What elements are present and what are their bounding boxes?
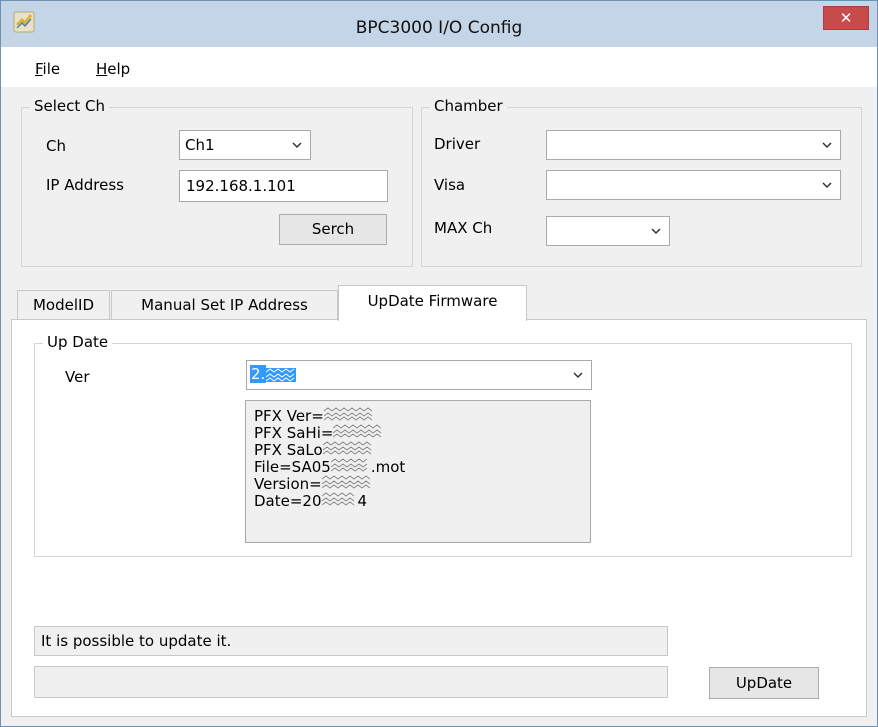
redacted-icon	[321, 475, 371, 489]
max-ch-label: MAX Ch	[434, 219, 493, 237]
info-pfx-sahi: PFX SaHi=	[254, 424, 582, 441]
info-pfx-ver: PFX Ver=	[254, 407, 582, 424]
redacted-icon	[266, 367, 297, 382]
menu-help-mnemonic: H	[96, 60, 108, 78]
info-date-text: Date=20	[254, 492, 322, 510]
info-pfx-salo: PFX SaLo	[254, 441, 582, 458]
select-ch-legend: Select Ch	[30, 97, 110, 115]
chamber-group: Chamber Driver Visa MAX Ch	[421, 97, 862, 267]
menu-file-mnemonic: F	[35, 60, 43, 78]
redacted-icon	[322, 441, 372, 455]
driver-select[interactable]	[546, 130, 841, 160]
redacted-icon	[321, 492, 354, 506]
ip-address-input[interactable]: 192.168.1.101	[179, 170, 388, 202]
ip-address-label: IP Address	[46, 176, 124, 194]
search-button[interactable]: Serch	[279, 214, 387, 245]
ch-select[interactable]: Ch1	[179, 130, 311, 160]
redacted-icon	[323, 407, 373, 421]
menu-help-label: elp	[107, 60, 131, 78]
redacted-icon	[333, 424, 382, 438]
update-button[interactable]: UpDate	[709, 667, 819, 699]
select-ch-group: Select Ch Ch Ch1 IP Address 192.168.1.10…	[21, 97, 413, 267]
visa-select[interactable]	[546, 170, 841, 200]
max-ch-select[interactable]	[546, 216, 670, 246]
info-file: File=SA05 .mot	[254, 458, 582, 475]
ver-select-value: 2.	[250, 365, 297, 383]
driver-label: Driver	[434, 135, 481, 153]
menu-help[interactable]: Help	[96, 60, 130, 78]
tab-manual-set-ip-address[interactable]: Manual Set IP Address	[111, 290, 338, 320]
close-button[interactable]: ✕	[823, 6, 869, 30]
info-pfx-salo-text: PFX SaLo	[254, 441, 323, 459]
chevron-down-icon	[822, 182, 832, 189]
info-version: Version=	[254, 475, 582, 492]
ver-selected-text: 2.	[250, 365, 267, 383]
update-legend: Up Date	[43, 333, 113, 351]
menu-bar: File Help	[1, 47, 877, 87]
close-icon: ✕	[839, 9, 853, 27]
app-window: BPC3000 I/O Config ✕ File Help Select Ch…	[0, 0, 878, 727]
chevron-down-icon	[822, 142, 832, 149]
info-pfx-ver-text: PFX Ver=	[254, 407, 324, 425]
chamber-legend: Chamber	[430, 97, 507, 115]
title-bar: BPC3000 I/O Config ✕	[1, 1, 877, 47]
ver-select[interactable]: 2.	[246, 360, 592, 390]
tab-update-firmware[interactable]: UpDate Firmware	[338, 285, 527, 321]
status-text-box: It is possible to update it.	[34, 626, 668, 656]
menu-file[interactable]: File	[35, 60, 60, 78]
info-file-text: File=SA05	[254, 458, 331, 476]
update-firmware-panel: Up Date Ver 2. PFX Ver= PFX SaHi= PFX Sa…	[11, 319, 867, 717]
tab-modelid[interactable]: ModelID	[17, 290, 110, 320]
info-date-suffix: 4	[357, 492, 368, 510]
redacted-icon	[330, 458, 368, 472]
chevron-down-icon	[651, 228, 661, 235]
info-version-text: Version=	[254, 475, 322, 493]
version-info-list: PFX Ver= PFX SaHi= PFX SaLo File=SA05 .mo…	[245, 400, 591, 543]
ver-label: Ver	[65, 368, 90, 386]
chevron-down-icon	[292, 142, 302, 149]
menu-file-label: ile	[42, 60, 61, 78]
chevron-down-icon	[573, 372, 583, 379]
ch-label: Ch	[46, 137, 66, 155]
info-file-ext: .mot	[370, 458, 406, 476]
info-date: Date=20 4	[254, 492, 582, 509]
visa-label: Visa	[434, 176, 466, 194]
progress-bar	[34, 666, 668, 698]
info-pfx-sahi-text: PFX SaHi=	[254, 424, 334, 442]
window-title: BPC3000 I/O Config	[355, 18, 523, 38]
ch-select-value: Ch1	[185, 136, 215, 154]
